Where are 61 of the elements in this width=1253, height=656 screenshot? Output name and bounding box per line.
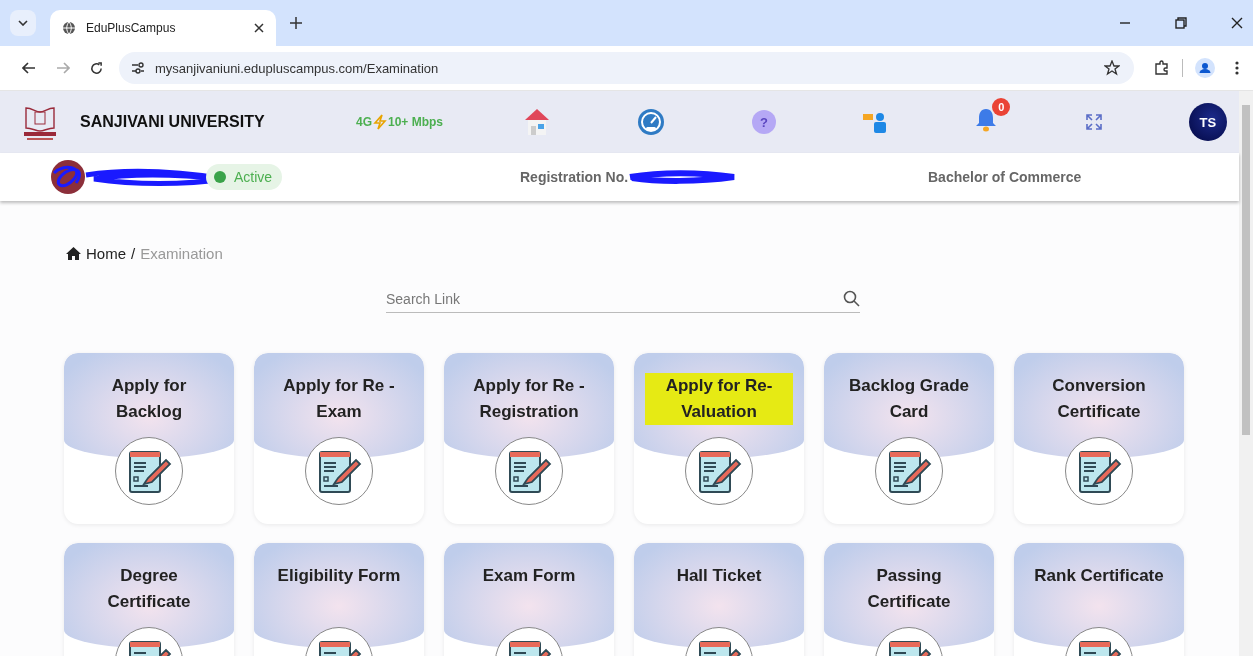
address-bar[interactable]: mysanjivaniuni.edupluscampus.com/Examination — [119, 52, 1134, 84]
browser-tab[interactable]: EduPlusCampus — [50, 10, 276, 46]
card-title: Apply for Re - Registration — [472, 375, 586, 423]
user-avatar[interactable]: TS — [1188, 103, 1227, 141]
globe-icon — [62, 21, 76, 35]
notification-count-badge: 0 — [992, 98, 1011, 116]
card-title: Exam Form — [482, 565, 576, 587]
exam-link-card[interactable]: Apply for Re - Registration — [444, 353, 614, 524]
reload-icon[interactable] — [90, 61, 103, 75]
card-title: Hall Ticket — [676, 565, 762, 587]
registration-label: Registration No. — [520, 169, 629, 185]
program-name: Bachelor of Commerce — [928, 169, 1082, 185]
restore-icon[interactable] — [1175, 17, 1187, 29]
exam-link-card[interactable]: Eligibility Form — [254, 543, 424, 656]
profile-icon[interactable] — [1195, 58, 1215, 78]
url-text: mysanjivaniuni.edupluscampus.com/Examination — [155, 60, 439, 76]
chevron-down-icon — [18, 20, 28, 26]
exam-link-card[interactable]: Backlog Grade Card — [824, 353, 994, 524]
fullscreen-icon[interactable] — [1084, 113, 1103, 131]
new-tab-icon[interactable] — [290, 17, 302, 29]
tab-title: EduPlusCampus — [86, 21, 177, 35]
exam-link-card[interactable]: Apply for Re - Exam — [254, 353, 424, 524]
card-title: Rank Certificate — [1034, 565, 1164, 587]
status-pill: Active — [206, 164, 283, 190]
home-icon[interactable] — [66, 247, 81, 260]
star-icon[interactable] — [1104, 60, 1120, 76]
exam-link-card[interactable]: Rank Certificate — [1014, 543, 1184, 656]
exam-link-card[interactable]: Exam Form — [444, 543, 614, 656]
card-title: Apply for Re-Valuation — [645, 373, 793, 425]
university-name: SANJIVANI UNIVERSITY — [80, 113, 266, 131]
exam-link-card[interactable]: Conversion Certificate — [1014, 353, 1184, 524]
exam-link-card[interactable]: Apply for Backlog — [64, 353, 234, 524]
search-icon[interactable] — [843, 290, 860, 307]
exam-link-card[interactable]: Degree Certificate — [64, 543, 234, 656]
teacher-icon[interactable] — [862, 110, 888, 134]
speedometer-icon[interactable] — [637, 108, 666, 136]
status-dot-icon — [214, 171, 226, 183]
card-title: Apply for Backlog — [110, 375, 188, 423]
card-title: Backlog Grade Card — [848, 375, 970, 423]
more-menu-icon[interactable] — [1235, 61, 1239, 75]
tune-icon — [131, 62, 145, 74]
lightning-icon — [373, 114, 387, 130]
close-icon[interactable] — [1231, 17, 1243, 29]
exam-link-card[interactable]: Hall Ticket — [634, 543, 804, 656]
exam-link-card[interactable]: Apply for Re-Valuation — [634, 353, 804, 524]
search-field[interactable]: Search Link — [386, 290, 843, 307]
card-title: Conversion Certificate — [1051, 375, 1147, 423]
card-title: Degree Certificate — [106, 565, 192, 613]
breadcrumb-separator: / — [131, 245, 136, 262]
tab-list-button[interactable] — [10, 10, 36, 36]
close-icon[interactable] — [254, 23, 264, 33]
card-title: Passing Certificate — [866, 565, 952, 613]
network-speed: 4G 10+ Mbps — [356, 114, 444, 130]
back-arrow-icon[interactable] — [22, 62, 36, 74]
bell-icon[interactable] — [974, 107, 999, 133]
breadcrumb-link[interactable]: Home — [86, 245, 126, 262]
card-title: Apply for Re - Exam — [282, 375, 396, 423]
exam-link-card[interactable]: Passing Certificate — [824, 543, 994, 656]
scrollbar[interactable] — [1239, 91, 1253, 656]
card-title: Eligibility Form — [277, 565, 401, 587]
puzzle-icon[interactable] — [1154, 60, 1170, 76]
